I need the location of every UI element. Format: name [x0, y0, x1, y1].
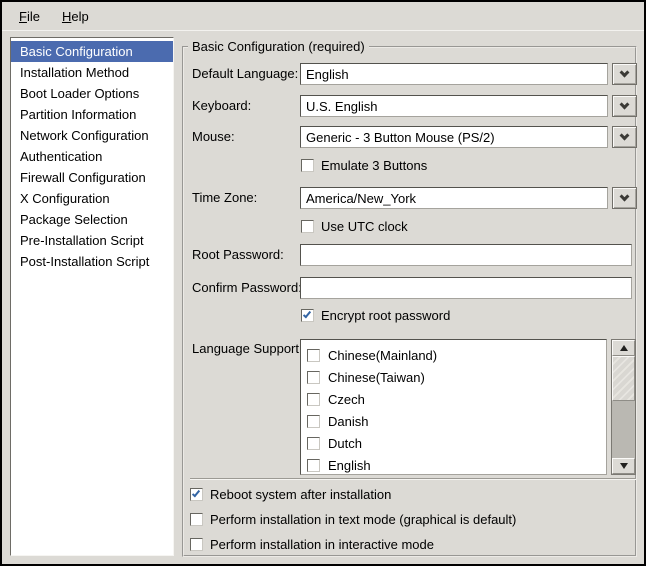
chevron-down-icon: [620, 191, 630, 201]
scrollbar-track[interactable]: [612, 356, 635, 458]
interactive-mode-install-option[interactable]: Perform installation in interactive mode: [190, 536, 434, 553]
emulate-3-buttons-label: Emulate 3 Buttons: [321, 158, 427, 173]
kickstart-configurator-window: File Help Basic Configuration Installati…: [0, 0, 646, 566]
language-list-item[interactable]: Chinese(Taiwan): [301, 366, 606, 388]
text-mode-install-checkbox[interactable]: [190, 513, 203, 526]
arrow-up-icon: [620, 345, 628, 351]
language-support-label: Language Support:: [192, 341, 303, 356]
use-utc-option[interactable]: Use UTC clock: [301, 218, 408, 235]
time-zone-dropdown-button[interactable]: [612, 187, 637, 209]
language-checkbox[interactable]: [307, 393, 320, 406]
check-icon: [192, 489, 200, 498]
scroll-up-button[interactable]: [612, 340, 635, 356]
interactive-mode-install-label: Perform installation in interactive mode: [210, 537, 434, 552]
language-list-scrollbar[interactable]: [611, 339, 636, 475]
chevron-down-icon: [620, 130, 630, 140]
sidebar-item-partition-information[interactable]: Partition Information: [11, 104, 173, 125]
confirm-password-label: Confirm Password:: [192, 280, 302, 295]
time-zone-label: Time Zone:: [192, 190, 257, 205]
encrypt-root-password-option[interactable]: Encrypt root password: [301, 307, 450, 324]
confirm-password-input[interactable]: [300, 277, 632, 299]
mouse-combo: [300, 126, 637, 148]
menu-file[interactable]: File: [8, 4, 51, 29]
sidebar-item-post-installation-script[interactable]: Post-Installation Script: [11, 251, 173, 272]
default-language-label: Default Language:: [192, 66, 298, 81]
sidebar-section-list: Basic Configuration Installation Method …: [10, 37, 174, 556]
sidebar-item-network-configuration[interactable]: Network Configuration: [11, 125, 173, 146]
root-password-label: Root Password:: [192, 247, 284, 262]
language-list-item[interactable]: English: [301, 454, 606, 475]
mouse-label: Mouse:: [192, 129, 235, 144]
use-utc-label: Use UTC clock: [321, 219, 408, 234]
sidebar-item-basic-configuration[interactable]: Basic Configuration: [11, 41, 173, 62]
language-label: Danish: [328, 414, 368, 429]
sidebar-item-installation-method[interactable]: Installation Method: [11, 62, 173, 83]
time-zone-combo: [300, 187, 637, 209]
language-label: Czech: [328, 392, 365, 407]
language-checkbox[interactable]: [307, 415, 320, 428]
language-label: Dutch: [328, 436, 362, 451]
reboot-after-install-checkbox[interactable]: [190, 488, 203, 501]
text-mode-install-option[interactable]: Perform installation in text mode (graph…: [190, 511, 516, 528]
language-label: Chinese(Taiwan): [328, 370, 425, 385]
scroll-down-button[interactable]: [612, 458, 635, 474]
language-list-item[interactable]: Czech: [301, 388, 606, 410]
chevron-down-icon: [620, 99, 630, 109]
sidebar-item-boot-loader-options[interactable]: Boot Loader Options: [11, 83, 173, 104]
menubar: File Help: [2, 2, 644, 31]
mouse-dropdown-button[interactable]: [612, 126, 637, 148]
default-language-dropdown-button[interactable]: [612, 63, 637, 85]
time-zone-input[interactable]: [300, 187, 608, 209]
interactive-mode-install-checkbox[interactable]: [190, 538, 203, 551]
menu-help[interactable]: Help: [51, 4, 100, 29]
language-list-item[interactable]: Dutch: [301, 432, 606, 454]
language-checkbox[interactable]: [307, 459, 320, 472]
language-support-list: Chinese(Mainland) Chinese(Taiwan) Czech …: [300, 339, 607, 475]
emulate-3-buttons-option[interactable]: Emulate 3 Buttons: [301, 157, 427, 174]
sidebar-item-pre-installation-script[interactable]: Pre-Installation Script: [11, 230, 173, 251]
sidebar-item-package-selection[interactable]: Package Selection: [11, 209, 173, 230]
default-language-input[interactable]: [300, 63, 608, 85]
chevron-down-icon: [620, 67, 630, 77]
sidebar-item-firewall-configuration[interactable]: Firewall Configuration: [11, 167, 173, 188]
root-password-input[interactable]: [300, 244, 632, 266]
reboot-after-install-option[interactable]: Reboot system after installation: [190, 486, 391, 503]
language-checkbox[interactable]: [307, 371, 320, 384]
use-utc-checkbox[interactable]: [301, 220, 314, 233]
sidebar-item-authentication[interactable]: Authentication: [11, 146, 173, 167]
language-list-item[interactable]: Danish: [301, 410, 606, 432]
emulate-3-buttons-checkbox[interactable]: [301, 159, 314, 172]
default-language-combo: [300, 63, 637, 85]
basic-configuration-panel: Basic Configuration (required) Default L…: [182, 46, 637, 557]
scrollbar-thumb[interactable]: [612, 356, 635, 401]
arrow-down-icon: [620, 463, 628, 469]
check-icon: [303, 310, 311, 319]
text-mode-install-label: Perform installation in text mode (graph…: [210, 512, 516, 527]
keyboard-input[interactable]: [300, 95, 608, 117]
horizontal-separator: [190, 478, 636, 480]
sidebar-item-x-configuration[interactable]: X Configuration: [11, 188, 173, 209]
panel-title: Basic Configuration (required): [188, 39, 369, 54]
reboot-after-install-label: Reboot system after installation: [210, 487, 391, 502]
language-checkbox[interactable]: [307, 437, 320, 450]
keyboard-combo: [300, 95, 637, 117]
language-checkbox[interactable]: [307, 349, 320, 362]
language-label: English: [328, 458, 371, 473]
encrypt-root-password-checkbox[interactable]: [301, 309, 314, 322]
keyboard-label: Keyboard:: [192, 98, 251, 113]
keyboard-dropdown-button[interactable]: [612, 95, 637, 117]
encrypt-root-password-label: Encrypt root password: [321, 308, 450, 323]
language-label: Chinese(Mainland): [328, 348, 437, 363]
mouse-input[interactable]: [300, 126, 608, 148]
language-list-item[interactable]: Chinese(Mainland): [301, 344, 606, 366]
